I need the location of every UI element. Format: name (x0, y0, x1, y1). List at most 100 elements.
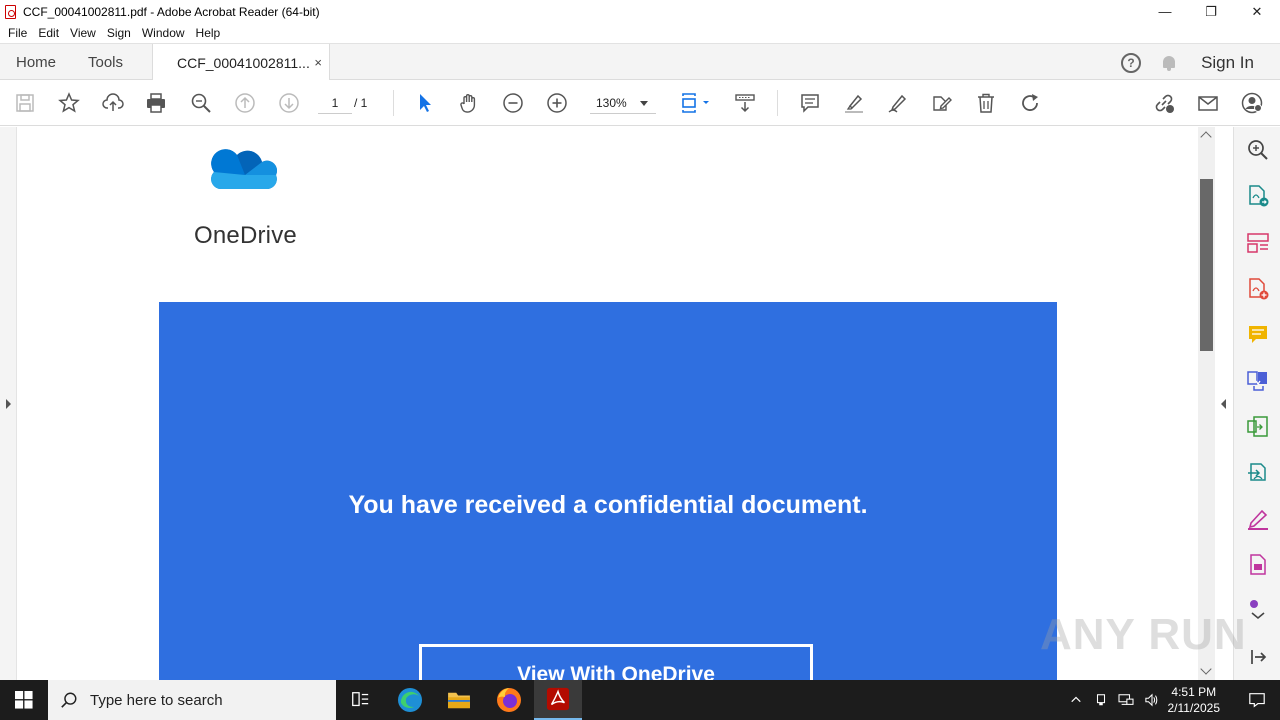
right-tools-pane (1233, 127, 1280, 680)
menu-file[interactable]: File (8, 26, 27, 40)
bookmark-star-icon[interactable] (57, 91, 81, 115)
search-zoom-icon[interactable] (1246, 138, 1270, 162)
firefox-icon[interactable] (485, 680, 533, 720)
chevron-up-icon[interactable] (1070, 694, 1082, 706)
search-placeholder: Type here to search (90, 691, 223, 709)
select-cursor-icon[interactable] (413, 91, 437, 115)
prev-page-icon[interactable] (233, 91, 257, 115)
zoom-out-icon[interactable] (501, 91, 525, 115)
network-icon[interactable] (1117, 693, 1134, 707)
collapse-pane-icon[interactable] (1246, 645, 1270, 669)
file-explorer-icon[interactable] (435, 680, 483, 720)
next-page-icon[interactable] (277, 91, 301, 115)
taskbar-clock[interactable]: 4:51 PM 2/11/2025 (1168, 684, 1221, 716)
hand-icon[interactable] (457, 91, 481, 115)
view-with-onedrive-button[interactable]: View With OneDrive (419, 644, 813, 680)
task-view-icon[interactable] (336, 680, 384, 720)
edit-sign-icon[interactable] (930, 91, 954, 115)
onedrive-cloud-icon (211, 149, 277, 190)
more-tools-icon[interactable] (1246, 597, 1270, 621)
acrobat-app-icon (5, 4, 16, 19)
taskbar-search-box[interactable]: Type here to search (48, 680, 336, 720)
minimize-button[interactable]: — (1142, 0, 1188, 23)
account-icon[interactable] (1240, 91, 1264, 115)
export-pdf-icon[interactable] (1246, 184, 1270, 208)
save-icon[interactable] (13, 91, 37, 115)
document-icon[interactable] (1246, 553, 1270, 577)
compress-icon[interactable] (1246, 415, 1270, 439)
header-actions: ? Sign In (1121, 44, 1280, 81)
zoom-level-select[interactable]: 130% (590, 92, 656, 114)
page-total: / 1 (354, 96, 368, 110)
print-icon[interactable] (144, 91, 168, 115)
collapse-right-pane-icon[interactable] (1221, 399, 1226, 409)
menu-edit[interactable]: Edit (38, 26, 59, 40)
usb-device-icon[interactable] (1094, 693, 1108, 707)
document-viewport[interactable]: OneDrive You have received a confidentia… (0, 127, 1198, 680)
notification-center-icon[interactable] (1234, 680, 1280, 720)
scrollbar-thumb[interactable] (1200, 179, 1213, 351)
window-titlebar: CCF_00041002811.pdf - Adobe Acrobat Read… (0, 0, 1280, 23)
clock-time: 4:51 PM (1171, 685, 1217, 699)
notification-bell-icon[interactable] (1161, 54, 1177, 72)
page-fit-icon[interactable] (680, 91, 714, 115)
menu-help[interactable]: Help (196, 26, 221, 40)
email-icon[interactable] (1196, 91, 1220, 115)
menu-view[interactable]: View (70, 26, 96, 40)
help-icon[interactable]: ? (1121, 52, 1142, 73)
vertical-scrollbar[interactable] (1198, 127, 1215, 680)
menu-sign[interactable]: Sign (107, 26, 131, 40)
link-icon[interactable] (1152, 91, 1176, 115)
edge-browser-icon[interactable] (386, 680, 434, 720)
comment-icon[interactable] (798, 91, 822, 115)
window-controls: — ❐ ✕ (1142, 0, 1280, 23)
maximize-button[interactable]: ❐ (1188, 0, 1234, 23)
confidential-message: You have received a confidential documen… (348, 491, 868, 519)
brand-name: OneDrive (194, 222, 297, 249)
highlight-icon[interactable] (842, 91, 866, 115)
organize-pages-icon[interactable] (1246, 231, 1270, 255)
zoom-in-icon[interactable] (545, 91, 569, 115)
page-number-input[interactable]: 1 (318, 92, 352, 114)
close-window-button[interactable]: ✕ (1234, 0, 1280, 23)
fill-sign-icon[interactable] (1246, 507, 1270, 531)
acrobat-taskbar-icon[interactable] (534, 680, 582, 720)
tab-tools[interactable]: Tools (88, 44, 123, 81)
create-pdf-icon[interactable] (1246, 277, 1270, 301)
toolbar: 1 / 1 130% (0, 80, 1280, 126)
expand-left-pane-icon[interactable] (6, 399, 11, 409)
upload-icon[interactable] (101, 91, 125, 115)
toolbar-divider (393, 90, 394, 116)
draw-icon[interactable] (886, 91, 910, 115)
tab-document-label: CCF_00041002811... (177, 54, 310, 71)
right-pane-toggle[interactable] (1215, 127, 1233, 680)
tab-bar: Home Tools CCF_00041002811... × ? Sign I… (0, 43, 1280, 81)
export-icon[interactable] (1246, 461, 1270, 485)
left-nav-pane-toggle[interactable] (0, 127, 17, 680)
menu-bar: File Edit View Sign Window Help (0, 23, 1280, 43)
tab-document[interactable]: CCF_00041002811... × (152, 44, 330, 81)
rotate-icon[interactable] (1018, 91, 1042, 115)
system-tray: 4:51 PM 2/11/2025 (1070, 680, 1280, 720)
volume-icon[interactable] (1144, 693, 1160, 707)
scroll-down-icon[interactable] (1200, 663, 1212, 675)
watermark-logo: ANY RUN (1040, 610, 1247, 659)
menu-window[interactable]: Window (142, 26, 185, 40)
zoom-search-icon[interactable] (189, 91, 213, 115)
search-icon (61, 692, 77, 708)
scroll-up-icon[interactable] (1200, 131, 1212, 143)
sign-in-button[interactable]: Sign In (1201, 53, 1254, 73)
toolbar-divider (777, 90, 778, 116)
comment-tool-icon[interactable] (1246, 323, 1270, 347)
combine-files-icon[interactable] (1246, 369, 1270, 393)
tab-close-icon[interactable]: × (314, 55, 322, 70)
windows-logo-icon (15, 691, 33, 709)
scroll-mode-icon[interactable] (733, 91, 757, 115)
window-title: CCF_00041002811.pdf - Adobe Acrobat Read… (23, 4, 320, 19)
windows-taskbar: Type here to search 4:51 PM 2/11/2025 (0, 680, 1280, 720)
chevron-down-icon (640, 101, 648, 106)
delete-icon[interactable] (974, 91, 998, 115)
tab-home[interactable]: Home (16, 44, 56, 81)
clock-date: 2/11/2025 (1167, 701, 1221, 715)
start-button[interactable] (0, 680, 48, 720)
